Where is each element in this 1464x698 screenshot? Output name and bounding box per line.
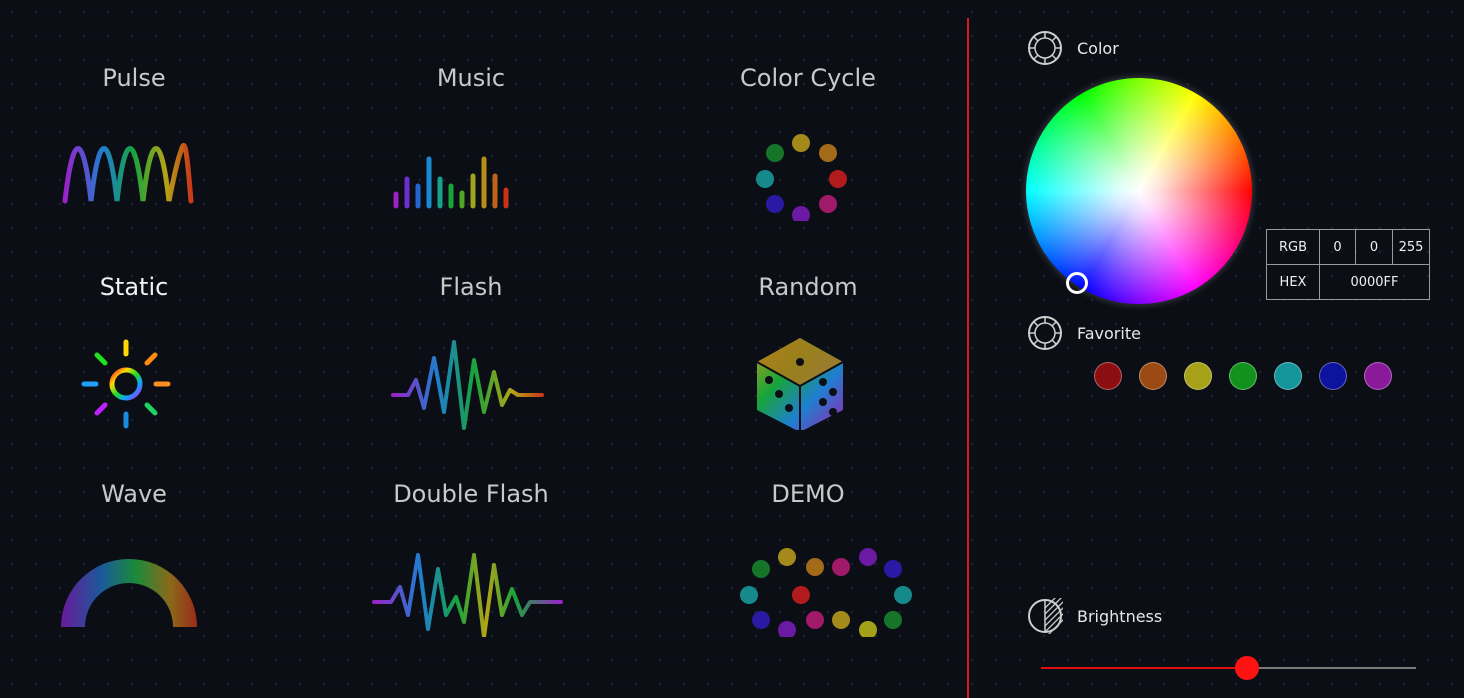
panel-divider: [967, 18, 969, 698]
favorite-swatches: [1094, 362, 1392, 390]
mode-label: Double Flash: [393, 480, 549, 508]
dice-icon: [756, 338, 844, 430]
favorite-swatch[interactable]: [1094, 362, 1122, 390]
color-cycle-dots-icon: [756, 134, 847, 221]
mode-demo[interactable]: DEMO: [683, 479, 933, 669]
mode-label: Random: [758, 273, 858, 301]
mode-label: Music: [436, 64, 506, 92]
color-wheel[interactable]: [1026, 78, 1252, 304]
rainbow-arc-icon: [61, 559, 197, 627]
green-value-field[interactable]: 0: [1355, 229, 1393, 265]
hex-label: HEX: [1266, 264, 1320, 300]
music-bars-icon: [393, 156, 509, 209]
mode-wave[interactable]: Wave: [9, 479, 259, 669]
favorite-swatch[interactable]: [1229, 362, 1257, 390]
color-value-table: RGB 0 0 255 HEX 0000FF: [1266, 229, 1430, 300]
mode-color-cycle[interactable]: Color Cycle: [683, 63, 933, 253]
brightness-slider[interactable]: [1041, 656, 1416, 680]
mode-flash[interactable]: Flash: [346, 272, 596, 462]
favorite-swatch[interactable]: [1184, 362, 1212, 390]
color-section-header: Color: [1027, 30, 1119, 66]
hex-value-field[interactable]: 0000FF: [1319, 264, 1430, 300]
brightness-icon: [1028, 598, 1063, 634]
mode-music[interactable]: Music: [346, 63, 596, 253]
brightness-slider-thumb[interactable]: [1235, 656, 1260, 680]
brightness-section-title: Brightness: [1077, 606, 1163, 626]
mode-static[interactable]: Static: [9, 272, 259, 462]
mode-label: Pulse: [102, 64, 166, 92]
mode-label: Flash: [439, 273, 503, 301]
mode-label: Color Cycle: [740, 64, 876, 92]
sun-icon: [81, 339, 171, 429]
double-flash-wave-icon: [372, 553, 563, 637]
color-ring-icon: [1028, 31, 1062, 65]
flash-wave-icon: [391, 340, 544, 430]
mode-label: Wave: [101, 480, 167, 508]
brightness-slider-fill: [1041, 667, 1248, 669]
favorite-swatch[interactable]: [1319, 362, 1347, 390]
color-section-title: Color: [1077, 38, 1119, 58]
pulse-wave-icon: [62, 142, 194, 204]
mode-label: Static: [99, 273, 169, 301]
favorite-section-header: Favorite: [1027, 315, 1141, 351]
mode-pulse[interactable]: Pulse: [9, 63, 259, 253]
favorite-section-title: Favorite: [1077, 323, 1141, 343]
favorite-swatch[interactable]: [1139, 362, 1167, 390]
rgb-label: RGB: [1266, 229, 1320, 265]
favorite-swatch[interactable]: [1274, 362, 1302, 390]
brightness-section-header: Brightness: [1027, 598, 1162, 634]
favorite-swatch[interactable]: [1364, 362, 1392, 390]
demo-dots-icon: [740, 548, 912, 637]
mode-double-flash[interactable]: Double Flash: [346, 479, 596, 669]
color-wheel-handle[interactable]: [1066, 272, 1088, 294]
blue-value-field[interactable]: 255: [1392, 229, 1430, 265]
red-value-field[interactable]: 0: [1319, 229, 1356, 265]
mode-label: DEMO: [771, 480, 845, 508]
mode-random[interactable]: Random: [683, 272, 933, 462]
color-ring-icon: [1028, 316, 1062, 350]
